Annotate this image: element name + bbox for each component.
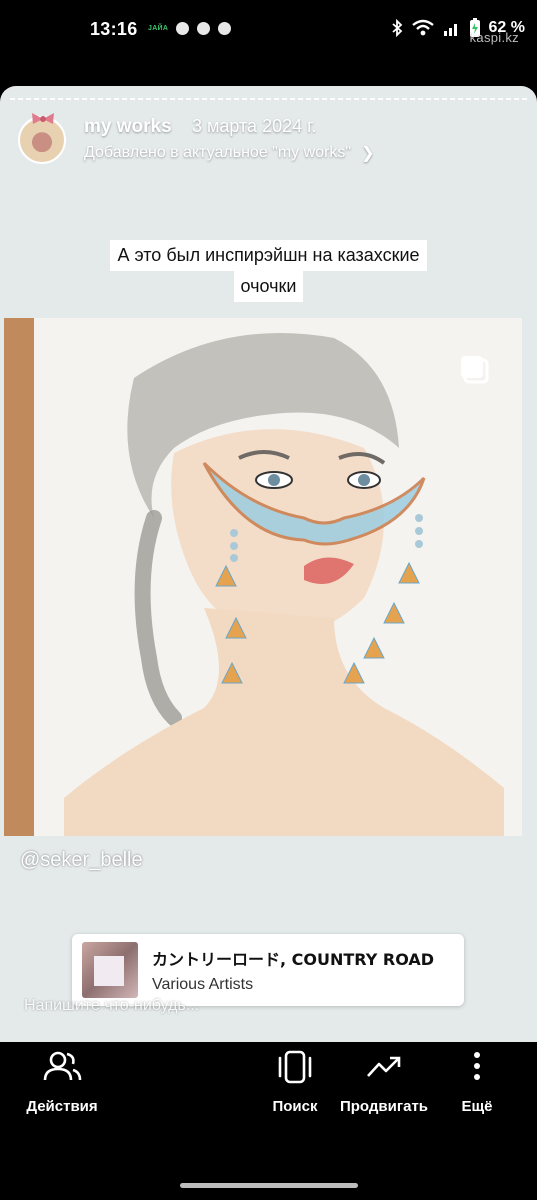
- status-bar: 13:16 JAЙA 62 % kaspi.kz: [0, 0, 537, 60]
- chevron-right-icon: ❯: [361, 145, 375, 162]
- story-progress-bar: [10, 98, 527, 100]
- caption-line-1: А это был инспирэйшн на казахские: [110, 240, 427, 271]
- multi-select-icon[interactable]: [459, 352, 495, 388]
- story-view[interactable]: А это был инспирэйшн на казахские очочки: [0, 86, 537, 1042]
- highlight-text: Добавлено в актуальное "my works": [84, 144, 352, 161]
- promote-label: Продвигать: [339, 1098, 429, 1115]
- trend-up-icon: [367, 1056, 401, 1077]
- story-image: [4, 318, 522, 836]
- album-cover: [82, 942, 138, 998]
- search-button[interactable]: Поиск: [262, 1050, 328, 1115]
- story-username[interactable]: my works: [84, 116, 172, 138]
- clock: 13:16: [90, 19, 138, 39]
- music-title: カントリーロード, COUNTRY ROAD: [152, 950, 435, 969]
- notification-bug-icon: [197, 22, 211, 35]
- highlight-link[interactable]: Добавлено в актуальное "my works" ❯: [84, 143, 374, 163]
- promote-button[interactable]: Продвигать: [336, 1050, 432, 1115]
- actions-button[interactable]: Действия: [20, 1050, 104, 1115]
- carrier-tag: JAЙA: [148, 25, 169, 32]
- bow-icon: [32, 113, 54, 124]
- more-label: Ещё: [461, 1098, 493, 1115]
- people-icon: [43, 1051, 82, 1081]
- caption-line-2: очочки: [233, 271, 304, 302]
- notification-gear-icon: [218, 22, 232, 35]
- notification-icons: JAЙA: [148, 22, 232, 35]
- music-artist: Various Artists: [152, 976, 254, 993]
- reply-input[interactable]: Напишите что-нибудь...: [24, 997, 199, 1015]
- mention-tag[interactable]: @seker_belle: [20, 849, 143, 872]
- notification-leaf-icon: [176, 22, 190, 35]
- home-indicator[interactable]: [180, 1183, 358, 1188]
- music-sticker[interactable]: カントリーロード, COUNTRY ROAD Various Artists: [72, 934, 464, 1006]
- story-caption: А это был инспирэйшн на казахские очочки: [0, 240, 537, 302]
- phone-frame-icon: [278, 1050, 312, 1084]
- signal-icon: [443, 24, 457, 36]
- bluetooth-icon: [391, 19, 402, 37]
- illustration: [64, 333, 504, 836]
- watermark: kaspi.kz: [469, 30, 519, 45]
- actions-label: Действия: [26, 1098, 98, 1115]
- more-vertical-icon: [474, 1052, 480, 1080]
- wifi-icon: [411, 19, 434, 36]
- story-date: 3 марта 2024 г.: [192, 116, 317, 136]
- more-button[interactable]: Ещё: [452, 1050, 502, 1115]
- search-label: Поиск: [272, 1098, 318, 1115]
